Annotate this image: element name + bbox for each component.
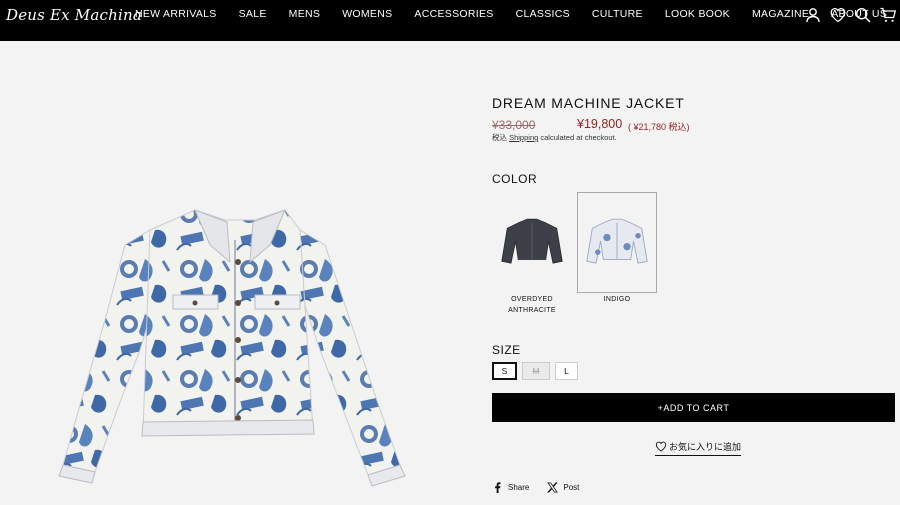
size-s-button[interactable]: S	[492, 362, 517, 380]
product-image[interactable]	[55, 200, 420, 490]
main-nav: NEW ARRIVALS SALE MENS WOMENS ACCESSORIE…	[124, 0, 898, 28]
swatch-thumb	[492, 192, 572, 293]
swatch-thumb	[577, 192, 657, 293]
size-m-button[interactable]: M	[522, 362, 550, 380]
wishlist-label: お気に入りに追加	[669, 442, 742, 452]
cart-icon[interactable]	[875, 6, 900, 24]
color-swatch-indigo[interactable]: INDIGO	[577, 192, 657, 304]
post-label: Post	[563, 483, 580, 492]
tax-included-price: ( ¥21,780 税込)	[628, 122, 690, 132]
swatch-label-line1: OVERDYED	[511, 296, 553, 303]
nav-mens[interactable]: MENS	[289, 8, 321, 20]
share-row: Share Post	[492, 482, 579, 493]
site-header: Deus Ex Machina NEW ARRIVALS SALE MENS W…	[0, 0, 900, 41]
header-icons	[800, 6, 900, 24]
brand-logo[interactable]: Deus Ex Machina	[6, 6, 142, 24]
add-to-cart-button[interactable]: +ADD TO CART	[492, 393, 895, 422]
share-label: Share	[508, 483, 530, 492]
nav-sale[interactable]: SALE	[239, 8, 267, 20]
size-options: S M L	[492, 362, 578, 380]
account-icon[interactable]	[800, 6, 825, 24]
shipping-suffix: calculated at checkout.	[538, 133, 617, 142]
sale-price: ¥19,800	[577, 117, 623, 131]
nav-womens[interactable]: WOMENS	[342, 8, 392, 20]
facebook-icon	[495, 482, 501, 493]
add-to-wishlist-link[interactable]: お気に入りに追加	[655, 440, 742, 456]
facebook-share-button[interactable]: Share	[492, 482, 529, 493]
shipping-link[interactable]: Shipping	[509, 133, 538, 142]
x-post-button[interactable]: Post	[547, 482, 579, 493]
swatch-label: INDIGO	[603, 296, 631, 303]
nav-accessories[interactable]: ACCESSORIES	[414, 8, 493, 20]
wishlist-heart-icon[interactable]	[825, 6, 850, 24]
color-swatch-overdyed-anthracite[interactable]: OVERDYED ANTHRACITE	[492, 192, 572, 315]
nav-culture[interactable]: CULTURE	[592, 8, 643, 20]
x-icon	[547, 482, 559, 493]
original-price: ¥33,000	[492, 118, 536, 132]
heart-icon	[655, 441, 667, 452]
shipping-note: 税込 Shipping calculated at checkout.	[492, 132, 617, 143]
color-label: COLOR	[492, 172, 538, 186]
size-label: SIZE	[492, 343, 521, 357]
size-l-button[interactable]: L	[555, 362, 578, 380]
nav-new-arrivals[interactable]: NEW ARRIVALS	[135, 8, 217, 20]
tax-prefix: 税込	[492, 133, 510, 142]
nav-look-book[interactable]: LOOK BOOK	[665, 8, 730, 20]
nav-classics[interactable]: CLASSICS	[516, 8, 570, 20]
product-title: DREAM MACHINE JACKET	[492, 95, 685, 111]
swatch-label-line2: ANTHRACITE	[508, 307, 556, 314]
search-icon[interactable]	[850, 6, 875, 24]
